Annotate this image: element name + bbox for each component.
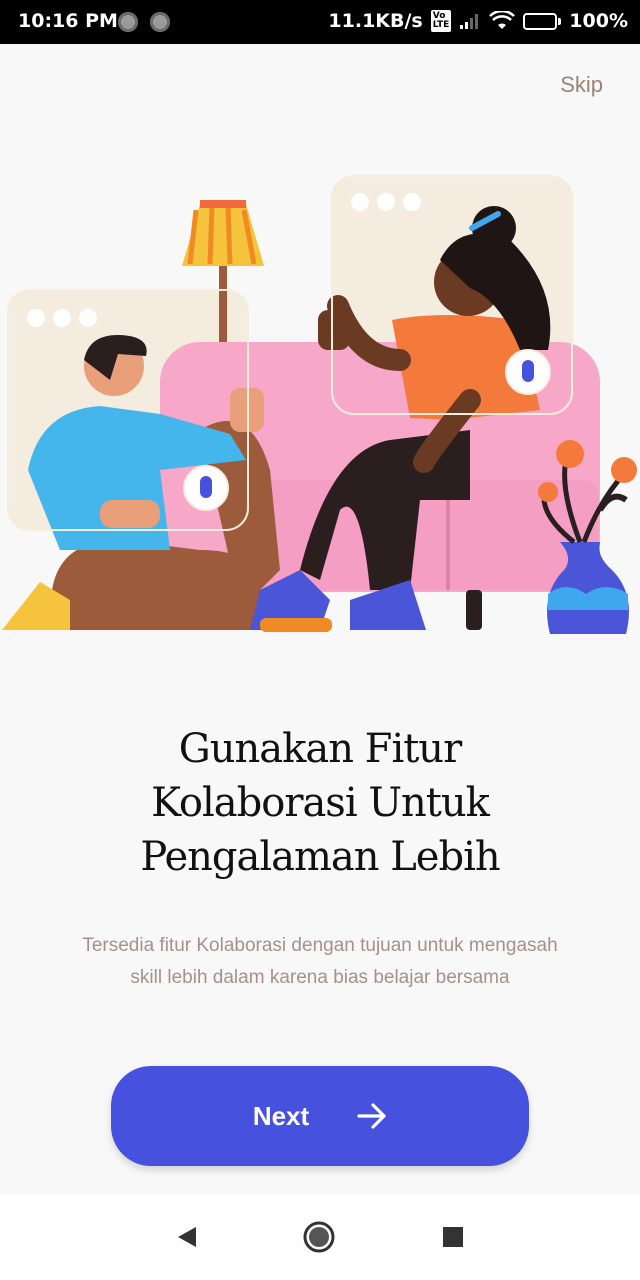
home-button[interactable] (302, 1220, 336, 1254)
onboarding-title: Gunakan Fitur Kolaborasi Untuk Pengalama… (40, 722, 600, 884)
battery-icon (523, 12, 562, 30)
title-line: Kolaborasi Untuk (151, 780, 490, 826)
battery-percent: 100% (569, 10, 628, 32)
notification-dot-icon (150, 12, 170, 32)
skip-button[interactable]: Skip (560, 72, 603, 98)
recents-square-icon (443, 1227, 463, 1247)
onboarding-description: Tersedia fitur Kolaborasi dengan tujuan … (82, 935, 558, 988)
status-right-group: 11.1KB/s Vo LTE 100% (328, 10, 628, 32)
back-triangle-icon (178, 1227, 196, 1247)
title-line: Pengalaman Lebih (140, 834, 500, 880)
home-circle-icon (303, 1221, 335, 1253)
volte-icon: Vo LTE (430, 10, 452, 32)
network-speed: 11.1KB/s (328, 10, 423, 32)
status-time: 10:16 PM (18, 10, 118, 32)
system-nav-bar (0, 1194, 640, 1280)
arrow-right-icon (357, 1103, 386, 1129)
collaboration-illustration (2, 175, 637, 634)
notification-dot-icon (118, 12, 138, 32)
recents-button[interactable] (436, 1220, 470, 1254)
next-button[interactable]: Next (111, 1066, 529, 1166)
title-line: Gunakan Fitur (178, 726, 462, 772)
signal-icon (460, 14, 479, 29)
back-button[interactable] (170, 1220, 204, 1254)
next-button-label: Next (252, 1100, 310, 1131)
status-bar: 10:16 PM 11.1KB/s Vo LTE 100% (0, 0, 640, 44)
wifi-icon (489, 11, 516, 29)
